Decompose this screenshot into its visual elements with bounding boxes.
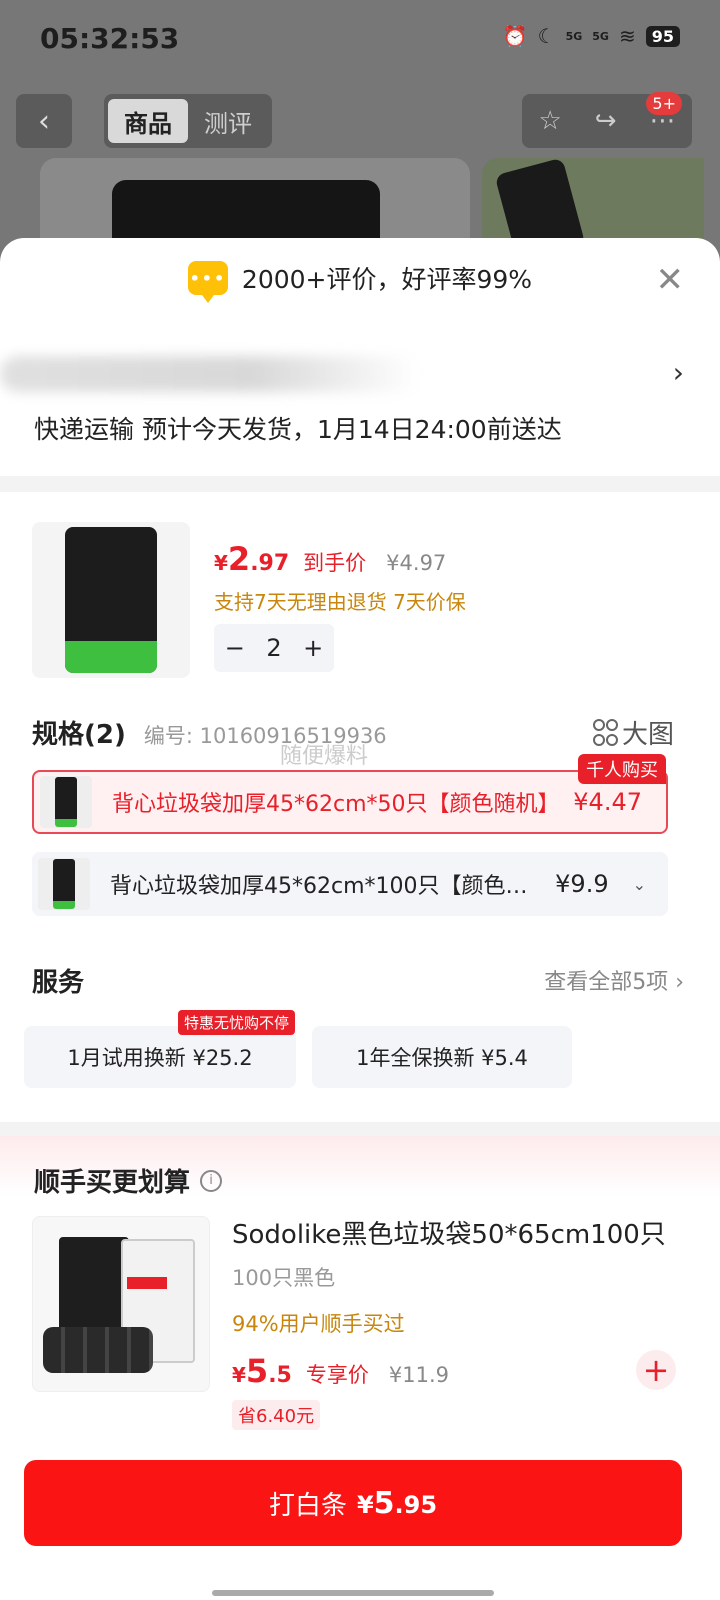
option-label: 背心垃圾袋加厚45*62cm*100只【颜色… [110,874,528,899]
price-symbol: ¥ [214,551,228,575]
spec-option[interactable]: 背心垃圾袋加厚45*62cm*100只【颜色… ¥9.9 ⌄ [32,852,668,916]
chevron-right-icon[interactable]: › [673,356,684,389]
battery-icon: 95 [645,25,680,47]
delivery-info: 快递运输 预计今天发货，1月14日24:00前送达 [34,415,562,444]
top-nav: ‹ 商品 测评 ☆ ↪ ⋯ 5+ [0,92,720,150]
minus-icon[interactable]: − [225,634,245,662]
original-price: ¥4.97 [386,551,447,575]
price-dec: .5 [268,1363,292,1388]
tab-group: 商品 测评 [104,94,272,148]
clock: 05:32:53 [40,22,180,55]
big-picture-label: 大图 [621,720,674,750]
tab-review[interactable]: 测评 [188,99,268,143]
service-badge: 特惠无忧购不停 [178,1010,296,1035]
specs-title: 规格(2) [32,720,126,750]
star-icon[interactable]: ☆ [538,106,561,136]
status-icons: ⏰ ☾ 5G 5G ≋ 95 [503,24,680,48]
chat-bubble-icon: ••• [187,261,228,303]
addon-price: ¥5.5 [232,1352,292,1390]
service-option[interactable]: 1年全保换新 ¥5.4 [312,1026,572,1088]
chevron-left-icon: ‹ [38,103,50,139]
wifi-icon: ≋ [618,24,636,48]
option-price: ¥9.9 [555,870,609,898]
close-icon[interactable]: ✕ [656,260,685,300]
price-symbol: ¥ [232,1363,246,1387]
bottom-sheet: ••• 2000+评价，好评率99% ✕ › 快递运输 预计今天发货，1月14日… [0,238,720,1600]
view-all-services[interactable]: 查看全部5项 › [544,964,684,996]
share-icon[interactable]: ↪ [595,106,617,136]
addon-name[interactable]: Sodolike黑色垃圾袋50*65cm100只 [232,1214,666,1251]
price-int: 2 [227,540,251,578]
service-title: 服务 [32,968,85,998]
blurred-address[interactable] [0,356,420,392]
rolls-image [43,1327,153,1373]
tab-product[interactable]: 商品 [108,99,188,143]
addon-title-text: 顺手买更划算 [34,1168,191,1198]
buy-button[interactable]: 打白条 ¥5.95 [24,1460,682,1546]
addon-savings: 省6.40元 [232,1400,321,1430]
info-icon[interactable]: i [200,1169,223,1192]
chevron-down-icon[interactable]: ⌄ [633,875,646,894]
action-group: ☆ ↪ ⋯ 5+ [522,92,692,148]
signal-icon: 5G [592,29,609,43]
plus-icon[interactable]: + [303,634,323,662]
quantity-value: 2 [266,634,282,662]
return-policy: 支持7天无理由退货 7天价保 [214,590,466,614]
price: ¥2.97 [214,540,289,578]
grid-icon [592,719,618,746]
signal-icon: 5G [565,29,583,43]
divider [0,476,720,492]
watermark: 随便爆料 [280,744,369,769]
addon-spec: 100只黑色 [232,1266,336,1290]
product-price-row: ¥2.97 到手价 ¥4.97 [214,540,446,578]
addon-price-tag: 专享价 [305,1363,369,1387]
option-image [40,776,92,828]
addon-original-price: ¥11.9 [388,1363,449,1387]
option-label: 背心垃圾袋加厚45*62cm*50只【颜色随机】 [112,792,560,817]
rating-header: ••• 2000+评价，好评率99% [0,260,720,303]
price-dec: .97 [250,551,290,576]
buy-label: 打白条 [268,1490,347,1521]
option-image [38,858,90,910]
plus-icon: + [642,1351,670,1389]
back-button[interactable]: ‹ [16,94,72,148]
big-picture-button[interactable]: 大图 [592,714,674,751]
popular-badge: 千人购买 [578,754,666,784]
rating-text: 2000+评价，好评率99% [241,265,533,294]
status-bar: 05:32:53 ⏰ ☾ 5G 5G ≋ 95 [0,0,720,80]
alarm-icon: ⏰ [502,24,528,48]
quantity-stepper: − 2 + [214,624,334,672]
addon-product-image[interactable] [32,1216,210,1392]
buy-dec: .95 [394,1490,438,1519]
price-tag: 到手价 [303,551,367,575]
buy-amount: ¥5.95 [357,1486,437,1521]
moon-icon: ☾ [537,24,556,48]
chevron-right-icon: › [675,970,684,995]
option-price: ¥4.47 [573,788,642,816]
view-all-label: 查看全部5项 [544,970,669,995]
product-can-image [65,527,157,673]
price-int: 5 [245,1352,269,1390]
buy-symbol: ¥ [356,1490,374,1519]
addon-price-row: ¥5.5 专享价 ¥11.9 [232,1352,449,1390]
home-indicator[interactable] [212,1590,494,1596]
addon-title: 顺手买更划算 i [34,1162,223,1199]
spec-option-selected[interactable]: 背心垃圾袋加厚45*62cm*50只【颜色随机】 ¥4.47 [32,770,668,834]
addon-users: 94%用户顺手买过 [232,1312,405,1336]
can-green-band [65,641,157,673]
service-option[interactable]: 1月试用换新 ¥25.2 [24,1026,296,1088]
buy-int: 5 [373,1485,395,1521]
notification-badge: 5+ [646,92,682,115]
divider [0,1122,720,1136]
add-addon-button[interactable]: + [636,1350,676,1390]
product-thumbnail[interactable] [32,522,190,678]
